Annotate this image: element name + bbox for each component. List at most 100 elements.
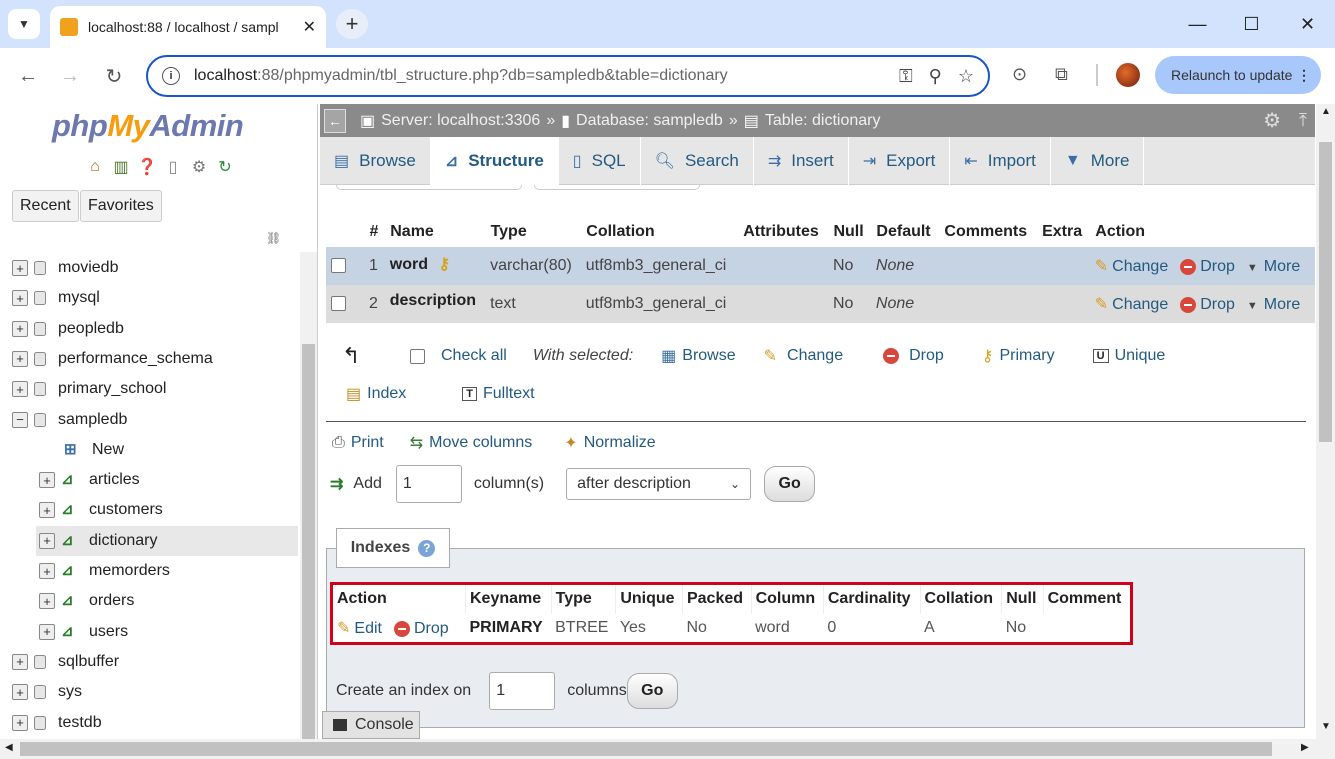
- collapse-top-icon[interactable]: ⤒: [1299, 110, 1307, 131]
- edit-index-button[interactable]: Edit: [354, 620, 382, 637]
- scroll-up-arrow-icon[interactable]: ▲: [1321, 106, 1331, 117]
- close-tab-icon[interactable]: ✕: [303, 17, 316, 37]
- expand-icon[interactable]: +: [39, 472, 55, 489]
- help-icon[interactable]: ?: [418, 539, 436, 557]
- back-button[interactable]: ←: [14, 62, 42, 90]
- change-button[interactable]: Change: [1112, 258, 1168, 275]
- tree-table-item[interactable]: + ⊿ users: [0, 617, 128, 647]
- tab-search-button[interactable]: ▼: [8, 9, 40, 39]
- expand-icon[interactable]: +: [12, 350, 28, 367]
- add-columns-count-input[interactable]: 1: [395, 465, 462, 503]
- tab-insert[interactable]: ⇉ Insert: [754, 137, 849, 185]
- key-icon[interactable]: ⚿: [899, 66, 913, 87]
- breadcrumb-table[interactable]: Table: dictionary: [765, 112, 881, 130]
- main-scrollbar[interactable]: ▲ ▼: [1316, 104, 1335, 739]
- collapse-icon[interactable]: −: [12, 411, 28, 428]
- console-toggle[interactable]: Console: [322, 711, 420, 739]
- reload-nav-icon[interactable]: ↻: [214, 156, 236, 178]
- bulk-primary-button[interactable]: Primary: [1000, 347, 1055, 365]
- minimize-button[interactable]: —: [1170, 0, 1225, 48]
- expand-icon[interactable]: +: [39, 532, 55, 549]
- docs-icon[interactable]: ▯: [162, 156, 184, 178]
- collapse-nav-icon[interactable]: ←: [324, 108, 346, 133]
- change-button[interactable]: Change: [1112, 296, 1168, 313]
- tree-table-item[interactable]: + ⊿ orders: [0, 586, 134, 616]
- tab-more[interactable]: ▼ More: [1051, 137, 1145, 185]
- check-all-label[interactable]: Check all: [441, 347, 507, 365]
- scroll-left-arrow-icon[interactable]: ◀: [5, 742, 13, 753]
- bulk-fulltext-button[interactable]: Fulltext: [483, 385, 535, 403]
- add-columns-go-button[interactable]: Go: [764, 466, 816, 502]
- breadcrumb-database[interactable]: Database: sampledb: [576, 112, 723, 130]
- more-button[interactable]: More: [1264, 258, 1300, 275]
- expand-icon[interactable]: +: [12, 290, 28, 307]
- close-window-button[interactable]: ✕: [1280, 0, 1335, 48]
- tree-db-item[interactable]: + performance_schema: [0, 344, 213, 374]
- expand-icon[interactable]: +: [12, 381, 28, 398]
- reload-button[interactable]: ↻: [100, 62, 128, 90]
- relaunch-button[interactable]: Relaunch to update ⋮: [1155, 56, 1321, 94]
- tree-table-item[interactable]: + ⊿ articles: [0, 465, 140, 495]
- tree-db-item[interactable]: + primary_school: [0, 374, 166, 404]
- home-icon[interactable]: ⌂: [84, 156, 106, 178]
- expand-icon[interactable]: +: [39, 623, 55, 640]
- maximize-button[interactable]: ☐: [1224, 0, 1279, 48]
- kebab-menu-icon[interactable]: ⋮: [1297, 67, 1311, 84]
- forward-button[interactable]: →: [56, 62, 84, 90]
- normalize-link[interactable]: Normalize: [584, 434, 656, 452]
- expand-icon[interactable]: +: [12, 320, 28, 337]
- tree-db-item[interactable]: + testdb: [0, 708, 102, 738]
- breadcrumb-server[interactable]: Server: localhost:3306: [381, 112, 540, 130]
- tree-table-item[interactable]: + ⊿ customers: [0, 495, 163, 525]
- tab-browse[interactable]: ▤ Browse: [320, 137, 431, 185]
- link-chain-icon[interactable]: ⛓: [266, 231, 281, 245]
- extensions-icon[interactable]: ⧉: [1055, 64, 1068, 85]
- tab-sql[interactable]: ▯ SQL: [559, 137, 641, 185]
- create-index-count-input[interactable]: 1: [489, 672, 556, 710]
- settings-gear-icon[interactable]: ⚙: [188, 156, 210, 178]
- bulk-unique-button[interactable]: Unique: [1115, 347, 1166, 365]
- favorites-tab[interactable]: Favorites: [80, 190, 162, 222]
- drop-button[interactable]: Drop: [1200, 258, 1235, 275]
- recent-tab[interactable]: Recent: [12, 190, 79, 222]
- tree-db-item[interactable]: + sqlbuffer: [0, 647, 119, 677]
- horizontal-scrollbar[interactable]: ◀ ▶: [0, 739, 1335, 759]
- tree-table-item[interactable]: + ⊿ memorders: [0, 556, 170, 586]
- move-columns-link[interactable]: Move columns: [429, 434, 532, 452]
- tree-db-item[interactable]: + sys: [0, 677, 82, 707]
- tree-db-item[interactable]: − sampledb: [0, 405, 127, 435]
- scroll-down-arrow-icon[interactable]: ▼: [1321, 721, 1331, 732]
- expand-icon[interactable]: +: [39, 502, 55, 519]
- expand-icon[interactable]: +: [12, 714, 28, 731]
- site-info-icon[interactable]: i: [162, 67, 180, 85]
- new-tab-button[interactable]: +: [336, 9, 368, 39]
- column-position-select[interactable]: after description ⌄: [566, 468, 752, 500]
- logout-icon[interactable]: ▥: [110, 156, 132, 178]
- help-icon[interactable]: ❓: [136, 156, 158, 178]
- drop-index-button[interactable]: Drop: [414, 620, 449, 637]
- bulk-drop-button[interactable]: Drop: [909, 347, 944, 365]
- zoom-icon[interactable]: ⚲: [929, 66, 942, 87]
- star-icon[interactable]: ☆: [958, 66, 974, 87]
- tree-db-item[interactable]: + peopledb: [0, 314, 124, 344]
- drop-button[interactable]: Drop: [1200, 296, 1235, 313]
- tab-structure[interactable]: ⊿ Structure: [430, 137, 559, 185]
- address-bar[interactable]: i localhost:88/phpmyadmin/tbl_structure.…: [146, 55, 990, 97]
- bulk-browse-button[interactable]: Browse: [682, 347, 735, 365]
- expand-icon[interactable]: +: [39, 563, 55, 579]
- profile-avatar[interactable]: [1116, 63, 1140, 87]
- print-link[interactable]: Print: [351, 434, 384, 452]
- row-checkbox[interactable]: [331, 258, 346, 274]
- scroll-right-arrow-icon[interactable]: ▶: [1301, 742, 1309, 753]
- settings-gear-icon[interactable]: ⚙: [1263, 108, 1281, 133]
- tree-db-item[interactable]: + mysql: [0, 283, 100, 313]
- tab-import[interactable]: ⇤ Import: [950, 137, 1051, 185]
- more-button[interactable]: More: [1264, 296, 1300, 313]
- tab-search[interactable]: 🔍︎ Search: [641, 137, 754, 185]
- bulk-index-button[interactable]: Index: [367, 385, 406, 403]
- tab-export[interactable]: ⇥ Export: [849, 137, 951, 185]
- check-all-checkbox[interactable]: [410, 348, 425, 364]
- expand-icon[interactable]: +: [12, 653, 28, 670]
- nav-scrollbar[interactable]: [300, 252, 317, 739]
- expand-icon[interactable]: +: [12, 260, 28, 276]
